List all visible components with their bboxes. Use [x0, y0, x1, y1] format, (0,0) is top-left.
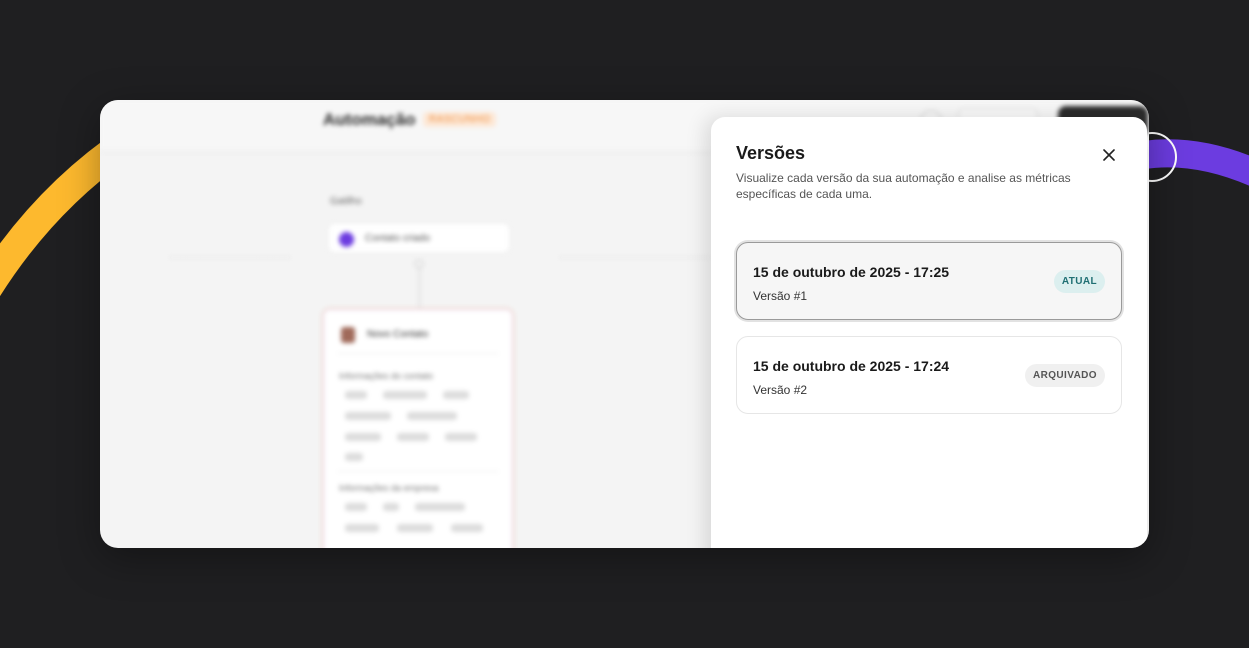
version-card-current[interactable]: 15 de outubro de 2025 - 17:25 Versão #1 … [736, 242, 1122, 320]
node-section-label: Informações da empresa [339, 483, 439, 493]
variable-chip [383, 391, 427, 399]
panel-subtitle: Visualize cada versão da sua automação e… [736, 171, 1071, 201]
trigger-card[interactable]: Contato criado [328, 223, 510, 253]
variable-chip [345, 503, 367, 511]
trigger-icon [339, 232, 354, 247]
version-name: Versão #2 [753, 383, 808, 397]
canvas-grid-line [170, 257, 290, 258]
version-card-archived[interactable]: 15 de outubro de 2025 - 17:24 Versão #2 … [736, 336, 1122, 414]
variable-chip [451, 524, 483, 532]
divider [337, 353, 499, 354]
connector-line [419, 268, 420, 308]
connector-dot[interactable] [415, 260, 423, 268]
version-name: Versão #1 [753, 289, 808, 303]
version-date: 15 de outubro de 2025 - 17:25 [753, 264, 950, 280]
canvas-grid-line [560, 257, 710, 258]
stage: Automação RASCUNHO Gatilho Contato criad… [0, 0, 1249, 648]
variable-chip [345, 391, 367, 399]
trigger-label: Gatilho [330, 196, 362, 207]
variable-chip [345, 412, 391, 420]
versions-panel: Versões Visualize cada versão da sua aut… [711, 117, 1147, 548]
variable-chip [397, 524, 433, 532]
node-icon [341, 327, 355, 343]
close-icon [1103, 149, 1115, 161]
variable-chip [443, 391, 469, 399]
variable-chip [445, 433, 477, 441]
variable-chip [407, 412, 457, 420]
variable-chip [397, 433, 429, 441]
page-title: Automação [323, 110, 416, 129]
node-section-label: Informações do contato [339, 371, 434, 381]
variable-chip [345, 524, 379, 532]
status-badge: RASCUNHO [423, 112, 497, 127]
status-badge: ATUAL [1053, 270, 1105, 293]
action-node-card[interactable]: Novo Contato Informações do contato Info… [322, 308, 514, 548]
app-window: Automação RASCUNHO Gatilho Contato criad… [100, 100, 1149, 548]
variable-chip [345, 433, 381, 441]
status-badge: ARQUIVADO [1025, 364, 1105, 387]
panel-title: Versões [736, 143, 806, 163]
node-title: Novo Contato [367, 329, 429, 340]
divider [337, 471, 499, 472]
variable-chip [415, 503, 465, 511]
version-date: 15 de outubro de 2025 - 17:24 [753, 358, 950, 374]
variable-chip [345, 453, 363, 461]
variable-chip [383, 503, 399, 511]
trigger-text: Contato criado [365, 233, 431, 244]
close-button[interactable] [1097, 143, 1121, 167]
